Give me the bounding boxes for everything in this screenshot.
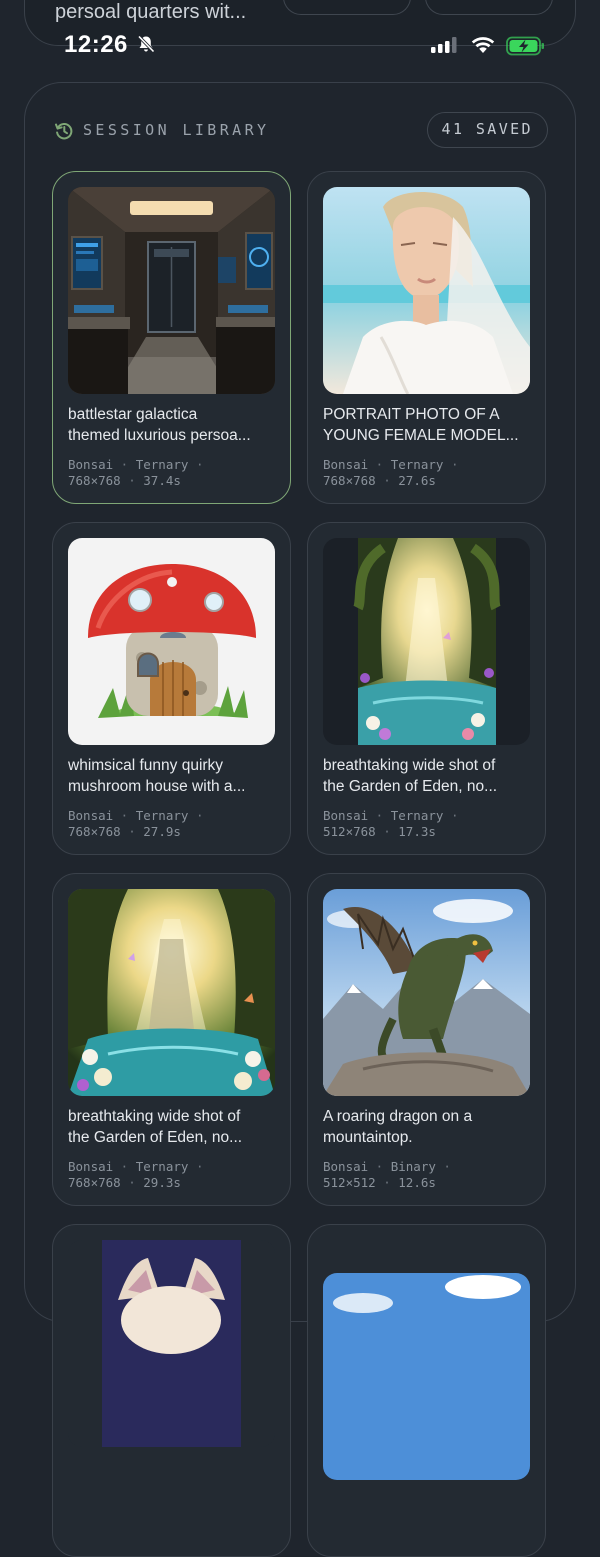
thumbnail-mushroom-house [68,538,275,745]
card-meta: Bonsai · Ternary · 768×768 · 27.6s [323,457,459,488]
card-caption: breathtaking wide shot of the Garden of … [323,757,498,795]
thumbnail-spaceship-corridor [68,187,275,394]
image-card[interactable]: breathtaking wide shot of the Garden of … [52,873,291,1206]
thumbnail-garden-of-eden-portrait [323,538,530,745]
card-caption: whimsical funny quirky mushroom house wi… [68,757,246,795]
card-meta: Bonsai · Ternary · 768×768 · 27.9s [68,808,204,839]
thumbnail-sky-landscape [323,1273,530,1480]
thumbnail-dragon-mountain [323,889,530,1096]
previous-card-secondary-button[interactable] [425,0,553,15]
thumbnail-portrait-woman [323,187,530,394]
wifi-icon [471,37,495,53]
clock: 12:26 [64,31,128,58]
card-meta: Bonsai · Ternary · 768×768 · 29.3s [68,1159,204,1190]
image-card[interactable]: PORTRAIT PHOTO OF A YOUNG FEMALE MODEL..… [307,171,546,504]
image-card[interactable]: breathtaking wide shot of the Garden of … [307,522,546,855]
image-card[interactable] [52,1224,291,1557]
saved-count-badge: 41 SAVED [426,112,548,148]
thumbnail-creature-dark [68,1240,275,1447]
card-caption: PORTRAIT PHOTO OF A YOUNG FEMALE MODEL..… [323,406,519,444]
history-icon [55,123,73,140]
image-card[interactable]: battlestar galactica themed luxurious pe… [52,171,291,504]
previous-card-action-button[interactable] [283,0,411,15]
card-caption: battlestar galactica themed luxurious pe… [68,406,251,444]
battery-charging-icon [506,36,544,56]
cellular-signal-icon [431,37,457,53]
card-meta: Bonsai · Binary · 512×512 · 12.6s [323,1159,451,1190]
card-caption: A roaring dragon on a mountaintop. [323,1108,473,1146]
card-meta: Bonsai · Ternary · 512×768 · 17.3s [323,808,459,839]
image-card[interactable] [307,1224,546,1557]
image-card[interactable]: whimsical funny quirky mushroom house wi… [52,522,291,855]
session-library-header: SESSION LIBRARY 41 SAVED [54,112,548,150]
bell-slash-icon [137,35,155,53]
card-caption: breathtaking wide shot of the Garden of … [68,1108,243,1146]
previous-card-caption: persoal quarters wit... [55,1,247,23]
thumbnail-garden-of-eden-square [68,889,275,1096]
image-card[interactable]: A roaring dragon on a mountaintop. Bonsa… [307,873,546,1206]
session-library-title: SESSION LIBRARY [83,121,270,139]
status-bar: 12:26 [0,26,600,66]
card-meta: Bonsai · Ternary · 768×768 · 37.4s [68,457,204,488]
